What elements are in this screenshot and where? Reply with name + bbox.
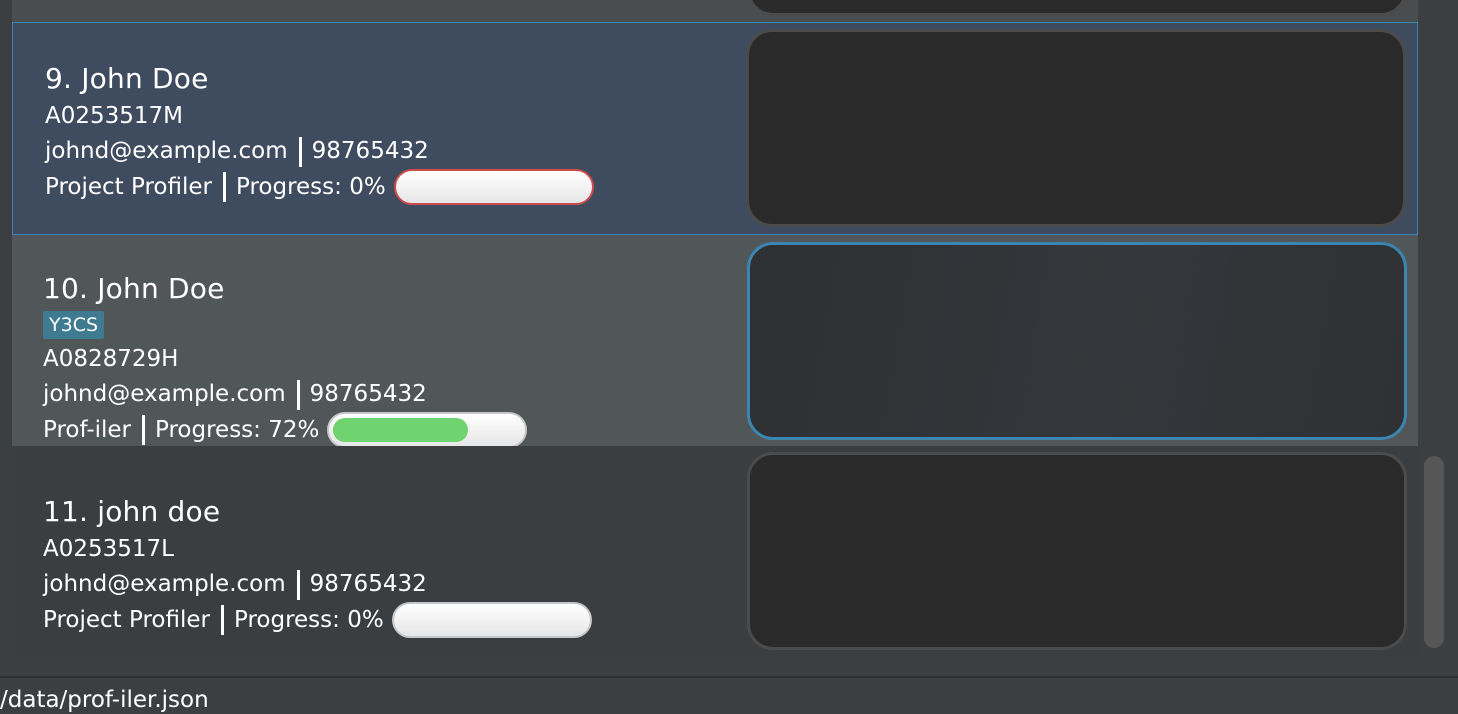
person-card[interactable]: 10. John Doe Y3CS A0828729H johnd@exampl… — [12, 235, 1418, 448]
person-name: 10. John Doe — [43, 272, 225, 305]
separator — [296, 569, 300, 600]
card-detail-panel-focused[interactable] — [747, 242, 1407, 440]
email-label: johnd@example.com — [43, 381, 286, 407]
status-bar: /data/prof-iler.json — [0, 676, 1458, 713]
student-id: A0828729H — [43, 346, 179, 372]
phone-label: 98765432 — [309, 381, 427, 407]
person-card[interactable]: 11. john doe A0253517L johnd@example.com… — [12, 446, 1418, 656]
data-file-path: /data/prof-iler.json — [0, 687, 209, 713]
progress-bar — [391, 602, 592, 638]
person-name: 9. John Doe — [45, 62, 209, 95]
separator — [142, 415, 146, 445]
student-id: A0253517M — [45, 103, 184, 129]
progress-bar — [327, 412, 528, 448]
contact-row: johnd@example.com 98765432 — [43, 567, 592, 602]
person-card-selected[interactable]: 9. John Doe A0253517M johnd@example.com … — [12, 22, 1418, 235]
progress-bar — [393, 169, 594, 205]
list-scrollbar-thumb[interactable] — [1424, 456, 1444, 648]
card-detail-panel — [747, 452, 1407, 650]
person-name: 11. john doe — [43, 495, 221, 528]
progress-label: Progress: 0% — [235, 173, 386, 200]
project-label: Project Profiler — [45, 173, 212, 200]
card-detail-panel — [747, 0, 1407, 16]
person-info: 9. John Doe A0253517M johnd@example.com … — [45, 59, 594, 205]
progress-label: Progress: 72% — [155, 416, 320, 443]
contact-row: johnd@example.com 98765432 — [43, 377, 527, 412]
project-label: Project Profiler — [43, 606, 210, 633]
email-label: johnd@example.com — [45, 138, 288, 164]
separator — [298, 136, 302, 167]
project-row: Prof-iler Progress: 72% — [43, 412, 528, 448]
separator — [222, 172, 226, 202]
progress-bar-fill — [333, 418, 469, 442]
project-row: Project Profiler Progress: 0% — [43, 602, 592, 638]
phone-label: 98765432 — [311, 138, 429, 164]
phone-label: 98765432 — [309, 571, 427, 597]
tag-list: Y3CS — [43, 309, 527, 342]
progress-label: Progress: 0% — [233, 606, 384, 633]
project-label: Prof-iler — [43, 416, 132, 443]
email-label: johnd@example.com — [43, 571, 286, 597]
person-info: 10. John Doe Y3CS A0828729H johnd@exampl… — [43, 269, 528, 448]
student-id: A0253517L — [43, 536, 174, 562]
project-row: Project Profiler Progress: 0% — [45, 169, 594, 205]
card-detail-panel — [746, 29, 1406, 227]
separator — [220, 605, 224, 635]
separator — [296, 379, 300, 410]
tag-badge: Y3CS — [43, 311, 105, 339]
person-list[interactable]: 9. John Doe A0253517M johnd@example.com … — [12, 0, 1418, 656]
person-info: 11. john doe A0253517L johnd@example.com… — [43, 492, 592, 638]
contact-row: johnd@example.com 98765432 — [45, 134, 594, 169]
person-card-previous[interactable] — [12, 0, 1418, 22]
